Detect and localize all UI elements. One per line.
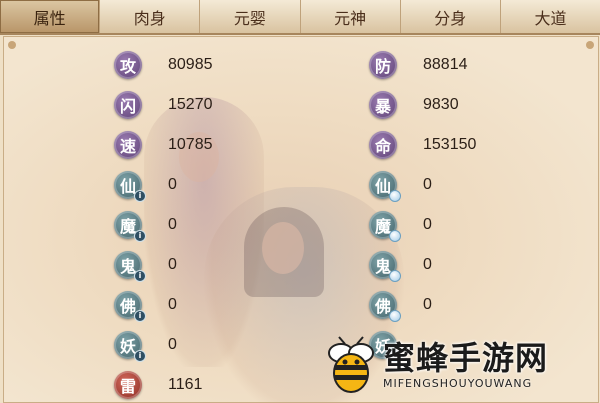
defense-value: 88814 (423, 56, 468, 73)
stat-defense: 防 88814 (369, 50, 468, 80)
tab-avatar[interactable]: 分身 (401, 0, 501, 33)
buddha-resist-badge-icon[interactable]: 佛 (369, 291, 401, 322)
buddha-resist-value: 0 (423, 296, 432, 313)
watermark-subtitle: MIFENGSHOUYOUWANG (383, 377, 533, 390)
thunder-badge-icon: 雷 (114, 371, 142, 399)
info-icon[interactable]: i (134, 190, 146, 202)
info-icon[interactable]: i (134, 270, 146, 282)
stat-monster-attack[interactable]: 妖i 0 (114, 330, 177, 362)
ghost-resist-badge-icon[interactable]: 鬼 (369, 251, 401, 282)
stat-speed: 速 10785 (114, 130, 213, 160)
health-badge-icon: 命 (369, 131, 397, 159)
buddha-attack-value: 0 (168, 296, 177, 313)
demon-resist-badge-icon[interactable]: 魔 (369, 211, 401, 242)
watermark-title: 蜜蜂手游网 (383, 339, 549, 377)
critical-badge-icon: 暴 (369, 91, 397, 119)
demon-attack-value: 0 (168, 216, 177, 233)
tab-great-dao[interactable]: 大道 (501, 0, 600, 33)
stat-buddha-resist[interactable]: 佛 0 (369, 290, 432, 322)
stat-buddha-attack[interactable]: 佛i 0 (114, 290, 177, 322)
dodge-value: 15270 (168, 96, 213, 113)
defense-badge-icon: 防 (369, 51, 397, 79)
immortal-resist-value: 0 (423, 176, 432, 193)
tab-body[interactable]: 肉身 (100, 0, 201, 33)
stat-health: 命 153150 (369, 130, 476, 160)
thunder-value: 1161 (168, 376, 203, 393)
monster-attack-value: 0 (168, 336, 177, 353)
health-value: 153150 (423, 136, 477, 153)
ghost-badge-icon[interactable]: 鬼i (114, 251, 146, 282)
stat-thunder: 雷 1161 (114, 370, 202, 400)
immortal-badge-icon[interactable]: 仙i (114, 171, 146, 202)
stat-ghost-attack[interactable]: 鬼i 0 (114, 250, 177, 282)
stat-demon-attack[interactable]: 魔i 0 (114, 210, 177, 242)
immortal-resist-badge-icon[interactable]: 仙 (369, 171, 401, 202)
orb-icon[interactable] (389, 190, 401, 202)
orb-icon[interactable] (389, 270, 401, 282)
panel-corner-ornament (8, 41, 16, 49)
orb-icon[interactable] (389, 230, 401, 242)
panel-corner-ornament (586, 41, 594, 49)
demon-badge-icon[interactable]: 魔i (114, 211, 146, 242)
info-icon[interactable]: i (134, 230, 146, 242)
stat-ghost-resist[interactable]: 鬼 0 (369, 250, 432, 282)
stat-dodge: 闪 15270 (114, 90, 213, 120)
bee-logo-icon (328, 336, 374, 393)
demon-resist-value: 0 (423, 216, 432, 233)
info-icon[interactable]: i (134, 350, 146, 362)
info-icon[interactable]: i (134, 310, 146, 322)
stat-demon-resist[interactable]: 魔 0 (369, 210, 432, 242)
monster-badge-icon[interactable]: 妖i (114, 331, 146, 362)
dodge-badge-icon: 闪 (114, 91, 142, 119)
tab-primordial-spirit[interactable]: 元神 (301, 0, 401, 33)
attack-badge-icon: 攻 (114, 51, 142, 79)
critical-value: 9830 (423, 96, 459, 113)
immortal-attack-value: 0 (168, 176, 177, 193)
buddha-badge-icon[interactable]: 佛i (114, 291, 146, 322)
speed-badge-icon: 速 (114, 131, 142, 159)
ghost-resist-value: 0 (423, 256, 432, 273)
stat-immortal-attack[interactable]: 仙i 0 (114, 170, 177, 202)
stat-attack: 攻 80985 (114, 50, 213, 80)
attack-value: 80985 (168, 56, 213, 73)
tab-nascent-soul[interactable]: 元婴 (200, 0, 301, 33)
stat-critical: 暴 9830 (369, 90, 459, 120)
stat-immortal-resist[interactable]: 仙 0 (369, 170, 432, 202)
tab-attributes[interactable]: 属性 (0, 0, 101, 33)
tab-bar: 属性 肉身 元婴 元神 分身 大道 (0, 0, 600, 35)
watermark: 蜜蜂手游网 MIFENGSHOUYOUWANG (325, 333, 597, 399)
ghost-attack-value: 0 (168, 256, 177, 273)
orb-icon[interactable] (389, 310, 401, 322)
speed-value: 10785 (168, 136, 213, 153)
